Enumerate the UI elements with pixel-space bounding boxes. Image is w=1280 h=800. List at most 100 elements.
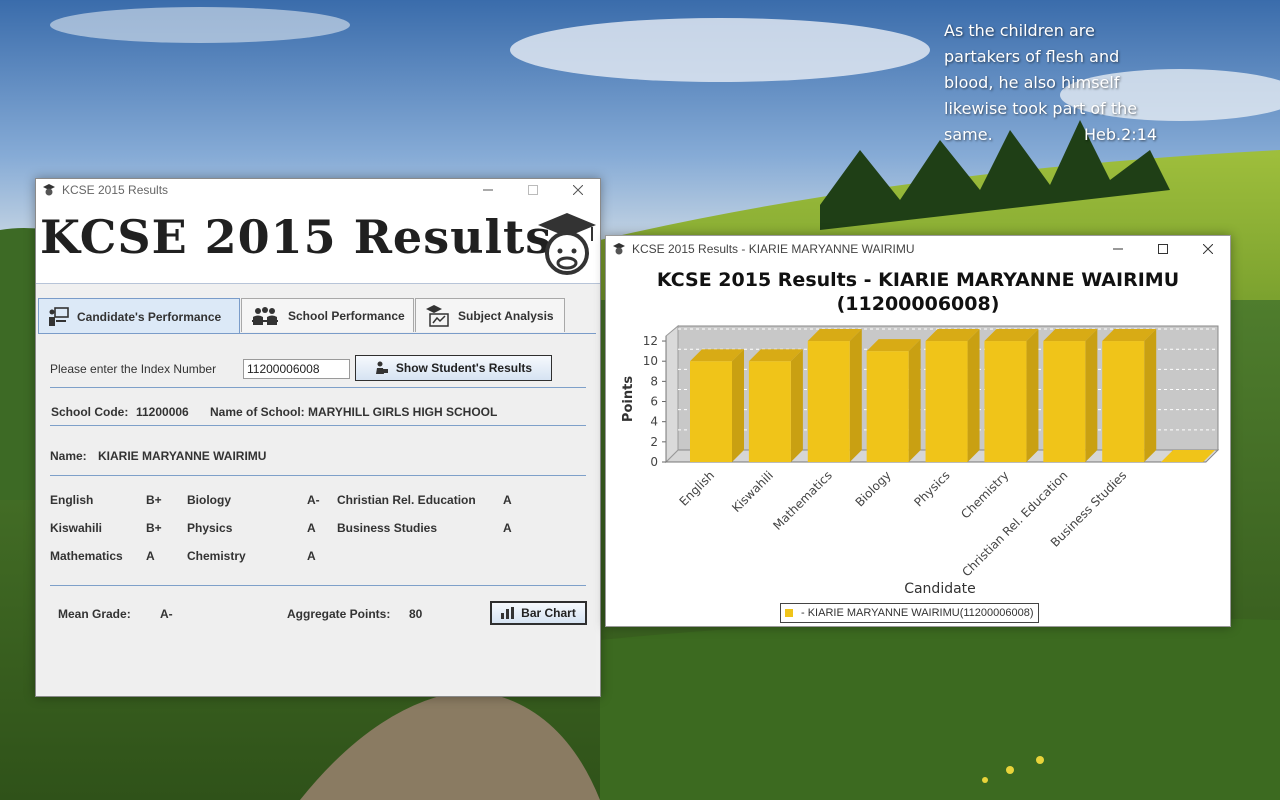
bar-side bbox=[967, 329, 980, 462]
header-banner: KCSE 2015 Results bbox=[36, 201, 600, 284]
name-label: Name: bbox=[50, 449, 87, 463]
y-tick-label: 10 bbox=[643, 354, 658, 368]
bar-side bbox=[1085, 329, 1098, 462]
tab-label: Candidate's Performance bbox=[77, 309, 222, 324]
index-prompt-label: Please enter the Index Number bbox=[50, 362, 217, 376]
aggregate-points-value: 80 bbox=[409, 607, 423, 621]
subject-name: Biology bbox=[187, 493, 231, 507]
index-number-input[interactable]: 11200006008 bbox=[243, 359, 350, 379]
show-results-label: Show Student's Results bbox=[395, 361, 533, 375]
tab-subject-analysis[interactable]: Subject Analysis bbox=[415, 298, 565, 332]
legend-label: - KIARIE MARYANNE WAIRIMU(11200006008) bbox=[801, 607, 1034, 619]
bar-chart-icon bbox=[501, 607, 515, 619]
tab-school-performance[interactable]: School Performance bbox=[241, 298, 414, 332]
divider bbox=[50, 387, 586, 388]
bar-side bbox=[849, 329, 862, 462]
verse-line: As the children are bbox=[944, 21, 1095, 40]
x-tick-label: Mathematics bbox=[770, 468, 835, 533]
school-code-label: School Code: bbox=[51, 405, 129, 419]
x-tick-label: Christian Rel. Education bbox=[959, 468, 1070, 579]
subject-grade: A bbox=[307, 521, 316, 535]
window-title: KCSE 2015 Results bbox=[62, 183, 169, 197]
divider bbox=[50, 425, 586, 426]
tab-candidates-performance[interactable]: Candidate's Performance bbox=[38, 298, 240, 334]
bar-side bbox=[908, 339, 921, 462]
bar-side bbox=[732, 349, 744, 462]
title-bar[interactable]: KCSE 2015 Results bbox=[36, 179, 600, 201]
subject-name: Chemistry bbox=[187, 549, 246, 563]
y-axis-label: Points bbox=[621, 376, 636, 422]
bar bbox=[1043, 341, 1086, 462]
bar bbox=[748, 361, 791, 462]
bar-chart-plot: 0 2 4 6 8 10 12 Points English KiswahiliMathemati… bbox=[621, 324, 1220, 597]
bar bbox=[984, 341, 1027, 462]
x-tick-label: Chemistry bbox=[958, 468, 1011, 521]
divider bbox=[50, 585, 586, 586]
chart-legend: - KIARIE MARYANNE WAIRIMU(11200006008) bbox=[780, 603, 1039, 623]
student-name-value: KIARIE MARYANNE WAIRIMU bbox=[98, 449, 267, 463]
aggregate-points-label: Aggregate Points: bbox=[287, 607, 391, 621]
tab-label: School Performance bbox=[288, 308, 405, 323]
bar bbox=[690, 361, 732, 462]
subject-grade: A- bbox=[307, 493, 320, 507]
bar bbox=[866, 351, 909, 462]
y-tick-label: 4 bbox=[650, 415, 658, 429]
y-tick-label: 2 bbox=[650, 435, 658, 449]
teacher-icon bbox=[49, 306, 69, 326]
subject-grade: A bbox=[503, 493, 512, 507]
x-axis-label: Candidate bbox=[904, 581, 976, 597]
reader-icon bbox=[375, 361, 388, 374]
bar-chart-window: KCSE 2015 Results - KIARIE MARYANNE WAIR… bbox=[605, 235, 1231, 627]
bible-verse-text: As the children are partakers of flesh a… bbox=[944, 18, 1164, 148]
school-name-value: MARYHILL GIRLS HIGH SCHOOL bbox=[308, 405, 498, 419]
y-tick-label: 6 bbox=[650, 395, 658, 409]
tab-label: Subject Analysis bbox=[458, 308, 554, 323]
mean-grade-value: A- bbox=[160, 607, 173, 621]
school-name-label: Name of School: bbox=[210, 405, 305, 419]
graduate-mascot-icon bbox=[538, 213, 596, 275]
verse-line: partakers of flesh and bbox=[944, 47, 1120, 66]
maximize-button[interactable] bbox=[510, 179, 555, 201]
group-icon bbox=[252, 306, 278, 325]
subject-grade: B+ bbox=[146, 521, 162, 535]
bar-chart-button[interactable]: Bar Chart bbox=[490, 601, 587, 625]
legend-swatch bbox=[785, 609, 793, 617]
minimize-button[interactable] bbox=[465, 179, 510, 201]
x-tick-label: English bbox=[677, 468, 718, 509]
verse-line: blood, he also himself bbox=[944, 73, 1120, 92]
subject-name: Physics bbox=[187, 521, 233, 535]
subject-grade: B+ bbox=[146, 493, 162, 507]
graduate-app-icon bbox=[43, 184, 55, 196]
minimize-icon bbox=[482, 189, 493, 191]
subject-grade: A bbox=[307, 549, 316, 563]
bar bbox=[925, 341, 968, 462]
close-icon bbox=[572, 185, 583, 195]
y-tick-label: 0 bbox=[650, 455, 658, 469]
banner-title: KCSE 2015 Results bbox=[40, 210, 553, 264]
close-button[interactable] bbox=[555, 179, 600, 201]
y-tick-label: 12 bbox=[643, 334, 658, 348]
x-tick-label: Biology bbox=[853, 468, 894, 509]
subject-name: English bbox=[50, 493, 94, 507]
x-tick-label: Kiswahili bbox=[729, 468, 776, 515]
subject-name: Christian Rel. Education bbox=[337, 493, 476, 507]
subject-name: Kiswahili bbox=[50, 521, 103, 535]
divider bbox=[50, 475, 586, 476]
bar-side bbox=[1026, 329, 1039, 462]
bar-side bbox=[1144, 329, 1157, 462]
tab-bar: Candidate's Performance School Performan… bbox=[38, 298, 598, 334]
verse-line: likewise took part of the bbox=[944, 99, 1138, 118]
y-tick-label: 8 bbox=[650, 374, 658, 388]
subject-name: Business Studies bbox=[337, 521, 438, 535]
maximize-icon bbox=[527, 185, 538, 195]
plot-side-wall bbox=[665, 324, 679, 464]
school-code-value: 11200006 bbox=[136, 405, 189, 419]
verse-reference: Heb.2:14 bbox=[1084, 125, 1158, 144]
bar-chart-label: Bar Chart bbox=[521, 606, 576, 620]
show-results-button[interactable]: Show Student's Results bbox=[355, 355, 552, 381]
subject-name: Mathematics bbox=[50, 549, 123, 563]
graduate-report-icon bbox=[426, 304, 449, 327]
bar bbox=[807, 341, 850, 462]
bar-side bbox=[790, 349, 803, 462]
x-tick-label: Physics bbox=[911, 468, 952, 509]
